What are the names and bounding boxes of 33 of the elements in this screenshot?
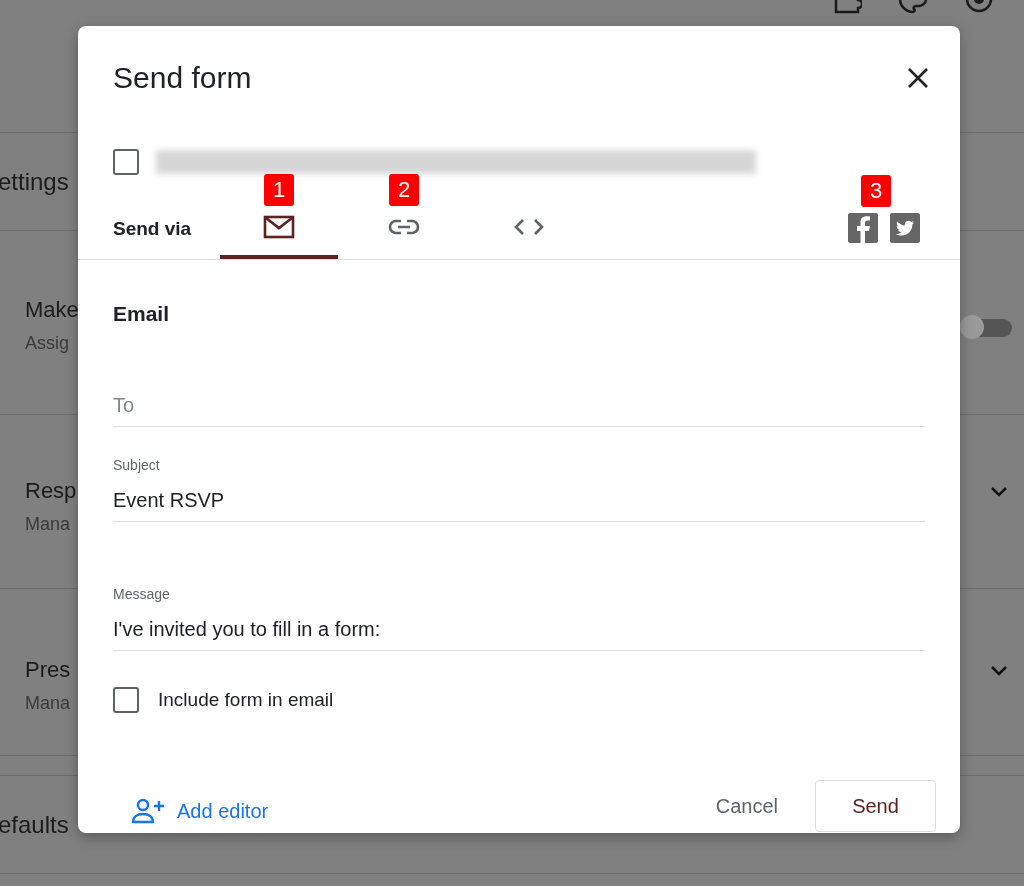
mail-icon	[263, 215, 295, 239]
annotation-badge: 1	[264, 174, 294, 206]
field-label: Subject	[113, 457, 161, 473]
setting-title: Resp	[25, 478, 77, 504]
input-field[interactable]: To	[113, 388, 925, 427]
cancel-button[interactable]: Cancel	[703, 786, 790, 826]
setting-description: Mana	[25, 693, 71, 714]
send-button[interactable]: Send	[815, 780, 936, 832]
checkbox[interactable]	[113, 687, 139, 713]
input-field[interactable]: Event RSVP	[113, 473, 925, 522]
setting-description: Assig	[25, 333, 70, 354]
send-via-label: Send via	[113, 218, 193, 240]
setting-title: Pres	[25, 657, 71, 683]
annotation-badge: 3	[861, 175, 891, 207]
add-editor-link[interactable]: Add editor	[131, 794, 269, 824]
input-field[interactable]: I've invited you to fill in a form:	[113, 602, 925, 651]
checkbox[interactable]	[113, 149, 139, 175]
dialog-title: Send form	[113, 61, 252, 95]
setting-description: Mana	[25, 514, 72, 535]
facebook-icon[interactable]	[848, 213, 878, 243]
twitter-icon[interactable]	[890, 213, 920, 243]
annotation-badge: 2	[389, 174, 419, 206]
toggle-switch[interactable]	[960, 317, 1012, 339]
close-icon[interactable]	[906, 66, 930, 90]
field-label: Message	[113, 586, 171, 602]
checkbox-label: Include form in email	[158, 689, 334, 711]
section-title: Email	[113, 302, 171, 326]
add-person-icon	[131, 798, 165, 824]
setting-title: Make	[25, 297, 79, 323]
chevron-down-icon[interactable]	[990, 665, 1008, 677]
chevron-down-icon[interactable]	[990, 486, 1008, 498]
link-icon	[388, 218, 420, 236]
code-brackets-icon	[513, 217, 545, 237]
